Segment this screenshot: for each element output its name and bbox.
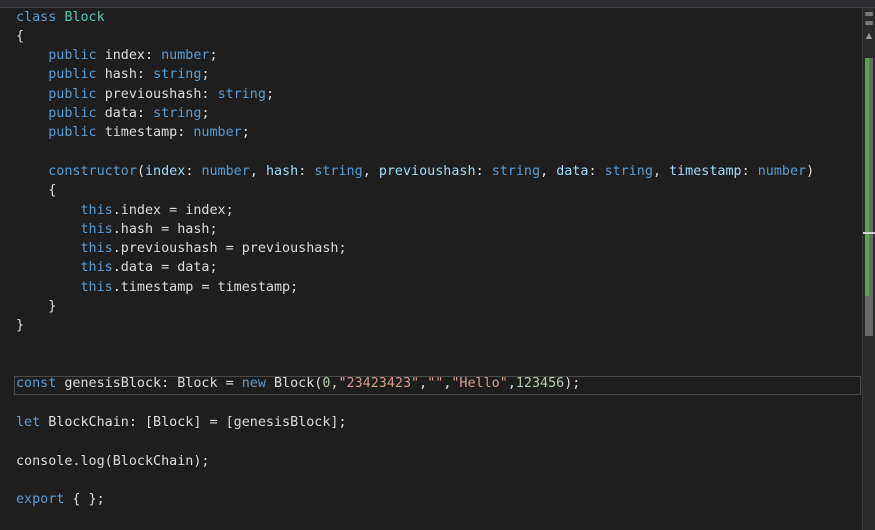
keyword: export — [16, 492, 65, 507]
call: Block( — [265, 376, 323, 391]
property-name: timestamp: — [104, 125, 186, 140]
type-name: string — [604, 164, 653, 179]
type-name: number — [757, 164, 807, 179]
property-name: data: — [104, 106, 145, 121]
statement: BlockChain: [Block] = [genesisBlock]; — [40, 415, 347, 430]
keyword: public — [48, 106, 97, 121]
code-line-7[interactable]: public timestamp: number; — [16, 123, 250, 142]
keyword: this — [80, 241, 113, 256]
code-line-4[interactable]: public hash: string; — [16, 65, 210, 84]
punctuation: : — [298, 164, 315, 179]
punctuation: ; — [209, 48, 218, 63]
code-editor[interactable]: class Block { public index: number; publ… — [0, 8, 862, 530]
keyword: this — [80, 203, 113, 218]
parameter-name: data — [556, 164, 589, 179]
punctuation: ; — [201, 106, 210, 121]
punctuation: , — [249, 164, 266, 179]
punctuation: : — [185, 164, 202, 179]
keyword: constructor — [48, 164, 137, 179]
punctuation: : — [475, 164, 492, 179]
punctuation: , — [507, 376, 516, 391]
caret-position-marker — [863, 232, 875, 234]
type-name: number — [193, 125, 242, 140]
type-name: number — [161, 48, 210, 63]
brace: { — [48, 183, 57, 198]
split-editor-icon[interactable]: ═ ═ — [863, 8, 875, 29]
number-literal: 123456 — [515, 376, 565, 391]
parameter-name: hash — [265, 164, 299, 179]
punctuation: , — [540, 164, 557, 179]
keyword: let — [16, 415, 41, 430]
code-line-16[interactable]: } — [16, 297, 56, 316]
code-line-1[interactable]: class Block — [16, 8, 105, 27]
punctuation: : — [741, 164, 758, 179]
string-literal: "23423423" — [338, 376, 420, 391]
keyword: this — [80, 280, 113, 295]
brace: } — [48, 299, 57, 314]
punctuation: , — [419, 376, 428, 391]
code-line-24[interactable]: console.log(BlockChain); — [16, 452, 209, 471]
statement: .index = index; — [112, 203, 234, 218]
property-name: previoushash: — [104, 87, 210, 102]
type-name: number — [201, 164, 250, 179]
code-line-12[interactable]: this.hash = hash; — [16, 220, 218, 239]
punctuation: , — [362, 164, 379, 179]
code-line-2[interactable]: { — [16, 27, 24, 46]
keyword: public — [48, 125, 97, 140]
code-line-10[interactable]: { — [16, 181, 56, 200]
punctuation: ) — [806, 164, 815, 179]
parameter-name: timestamp — [669, 164, 742, 179]
property-name: index: — [104, 48, 154, 63]
punctuation: : — [588, 164, 605, 179]
keyword: public — [48, 87, 97, 102]
code-line-20[interactable]: const genesisBlock: Block = new Block(0,… — [16, 374, 580, 393]
keyword: class — [16, 10, 57, 25]
code-line-5[interactable]: public previoushash: string; — [16, 85, 274, 104]
string-literal: "" — [427, 376, 444, 391]
code-line-9[interactable]: constructor(index: number, hash: string,… — [16, 162, 814, 181]
code-line-22[interactable]: let BlockChain: [Block] = [genesisBlock]… — [16, 413, 347, 432]
parameter-name: previoushash — [378, 164, 476, 179]
punctuation: ( — [136, 164, 145, 179]
change-tracking-bar — [865, 58, 869, 296]
property-name: hash: — [104, 67, 145, 82]
type-name: string — [314, 164, 363, 179]
keyword: public — [48, 67, 97, 82]
statement: { }; — [64, 492, 105, 507]
keyword: const — [16, 376, 57, 391]
string-literal: "Hello" — [451, 376, 508, 391]
punctuation: , — [652, 164, 670, 179]
punctuation: ; — [265, 87, 274, 102]
statement: .timestamp = timestamp; — [112, 280, 299, 295]
type-name: string — [217, 87, 266, 102]
code-line-13[interactable]: this.previoushash = previoushash; — [16, 239, 347, 258]
scroll-up-arrow-icon[interactable]: ▲ — [864, 31, 874, 41]
code-line-3[interactable]: public index: number; — [16, 46, 218, 65]
editor-tab-strip — [0, 0, 875, 8]
statement: .data = data; — [112, 260, 218, 275]
code-line-17[interactable]: } — [16, 316, 24, 335]
punctuation: ; — [241, 125, 250, 140]
type-name: string — [153, 106, 202, 121]
declaration: genesisBlock: Block = — [56, 376, 242, 391]
type-name: string — [491, 164, 541, 179]
keyword: this — [80, 222, 113, 237]
code-line-14[interactable]: this.data = data; — [16, 258, 218, 277]
statement: .previoushash = previoushash; — [112, 241, 347, 256]
code-line-11[interactable]: this.index = index; — [16, 201, 234, 220]
code-line-26[interactable]: export { }; — [16, 490, 105, 509]
punctuation: ; — [201, 67, 210, 82]
class-name: Block — [64, 10, 105, 25]
type-name: string — [153, 67, 202, 82]
code-line-15[interactable]: this.timestamp = timestamp; — [16, 278, 299, 297]
keyword: new — [241, 376, 266, 391]
statement: .hash = hash; — [112, 222, 218, 237]
keyword: public — [48, 48, 97, 63]
keyword: this — [80, 260, 113, 275]
punctuation: ); — [564, 376, 581, 391]
parameter-name: index — [145, 164, 186, 179]
punctuation: , — [330, 376, 339, 391]
code-line-6[interactable]: public data: string; — [16, 104, 210, 123]
